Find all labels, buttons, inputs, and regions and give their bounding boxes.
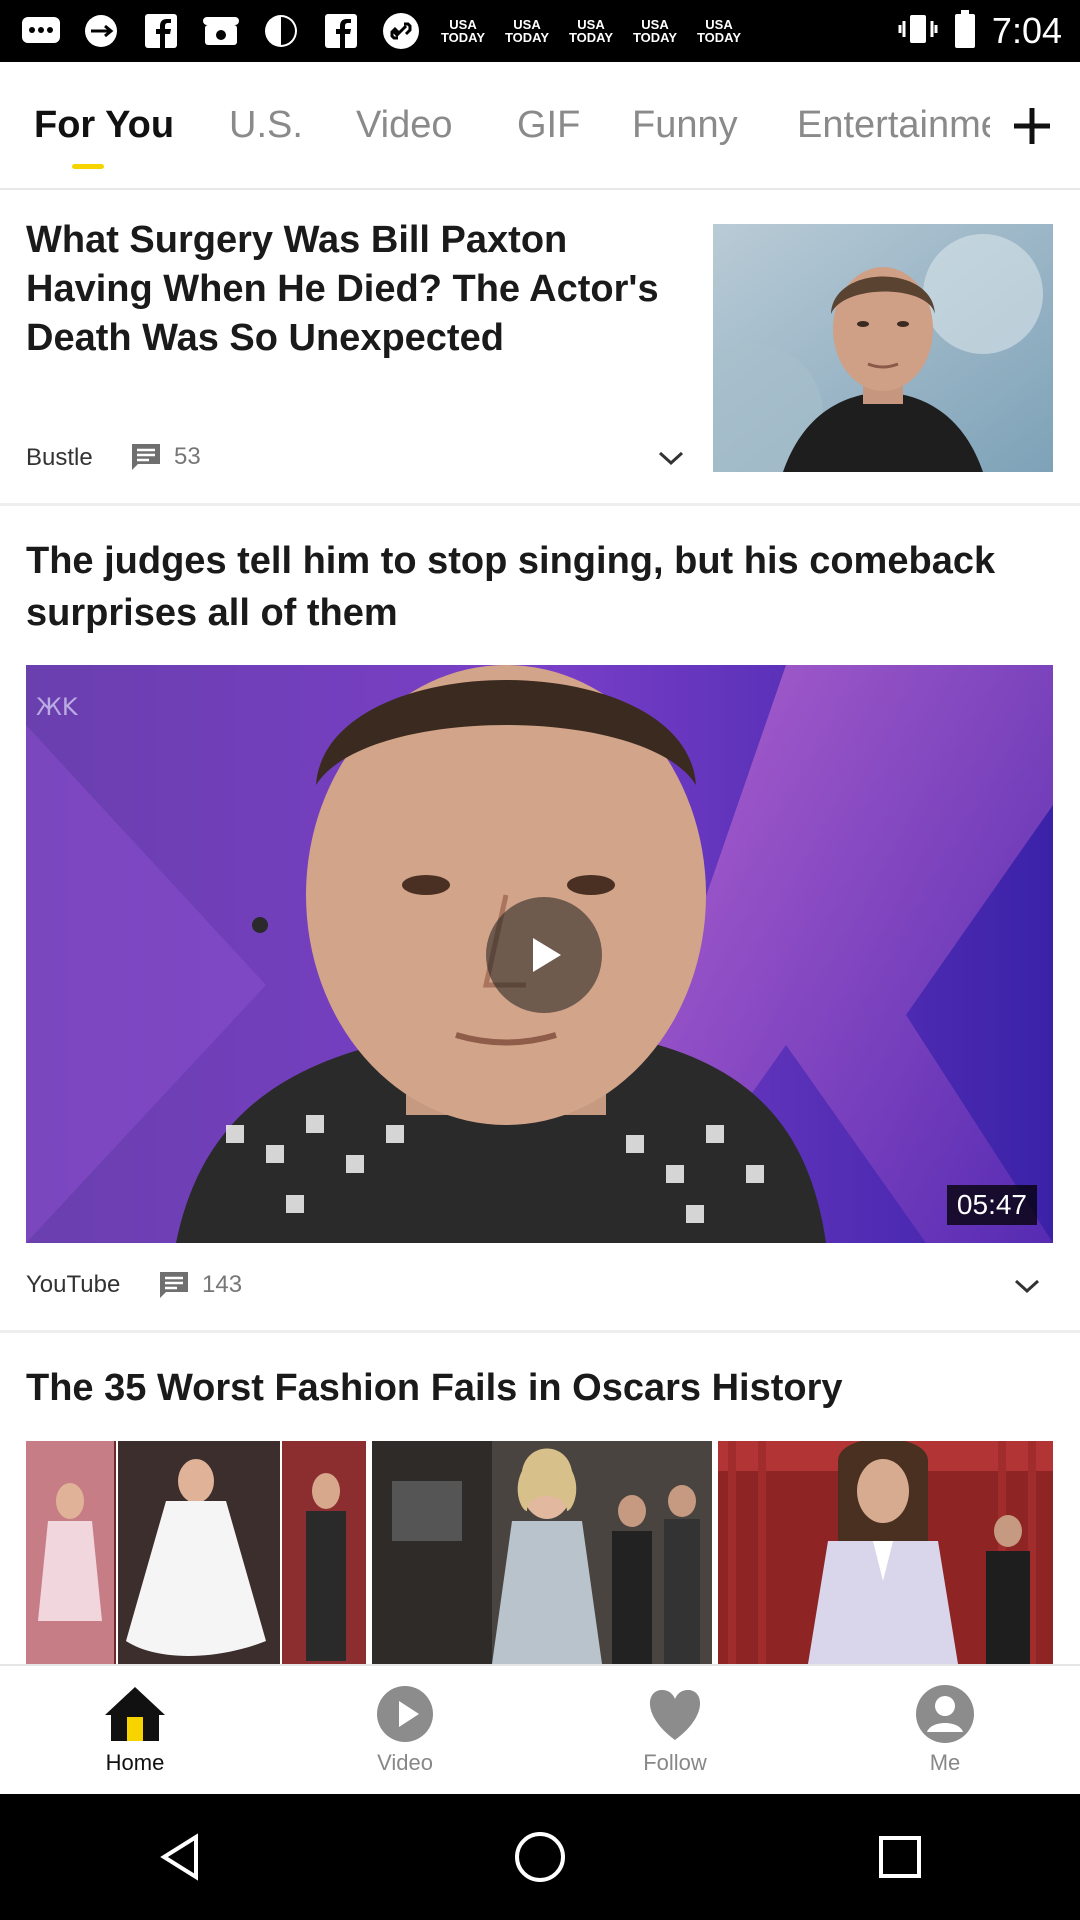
battery-icon [954, 9, 976, 53]
article-headline[interactable]: What Surgery Was Bill Paxton Having When… [26, 216, 686, 363]
clock: 7:04 [991, 10, 1062, 51]
person-icon [913, 1684, 977, 1744]
tab-funny[interactable]: Funny [632, 104, 738, 147]
link-icon [378, 13, 424, 49]
usa-today-badge: USA TODAY [632, 17, 678, 45]
heart-icon [643, 1684, 707, 1744]
tabs-scroll-track[interactable]: For You U.S. Video GIF Funny Entertainme… [0, 62, 990, 190]
comment-count-label: 143 [202, 1271, 243, 1298]
usa-today-badge: USA TODAY [696, 17, 742, 45]
gallery-image[interactable] [372, 1441, 712, 1664]
plus-icon [1014, 108, 1050, 144]
notification-icons: USA TODAY USA TODAY USA TODAY USA TODAY … [18, 13, 898, 49]
article-source[interactable]: YouTube [26, 1271, 120, 1299]
back-icon[interactable] [150, 1827, 210, 1887]
nav-label: Video [377, 1750, 433, 1775]
comment-icon [132, 444, 160, 470]
chevron-down-icon[interactable] [1012, 1276, 1042, 1296]
home-button-icon[interactable] [510, 1827, 570, 1887]
facebook-icon [318, 13, 364, 49]
recents-icon[interactable] [870, 1827, 930, 1887]
status-bar: USA TODAY USA TODAY USA TODAY USA TODAY … [0, 0, 1080, 62]
tab-video[interactable]: Video [356, 104, 453, 147]
usa-today-badge: USA TODAY [440, 17, 486, 45]
nav-home[interactable]: Home [0, 1666, 270, 1794]
nav-label: Follow [643, 1750, 707, 1775]
divider [0, 1330, 1080, 1333]
nav-video[interactable]: Video [270, 1666, 540, 1794]
play-icon [533, 938, 561, 972]
article-headline[interactable]: The 35 Worst Fashion Fails in Oscars His… [26, 1362, 1056, 1414]
bottom-navigation: Home Video Follow Me [0, 1664, 1080, 1794]
svg-text:ЖK: ЖK [36, 693, 79, 721]
video-thumbnail[interactable]: ЖK 05:47 [26, 665, 1053, 1243]
usb-icon [78, 13, 124, 49]
video-duration: 05:47 [946, 1185, 1037, 1225]
play-circle-icon [373, 1684, 437, 1744]
news-feed[interactable]: What Surgery Was Bill Paxton Having When… [0, 190, 1080, 1664]
system-navigation-bar [0, 1794, 1080, 1920]
article-thumbnail[interactable] [713, 224, 1053, 472]
category-tabs: For You U.S. Video GIF Funny Entertainme… [0, 62, 1080, 190]
comment-count-label: 53 [174, 443, 201, 470]
tab-entertainment[interactable]: Entertainment [797, 104, 990, 147]
nav-me[interactable]: Me [810, 1666, 1080, 1794]
facebook-icon [138, 13, 184, 49]
divider [0, 503, 1080, 506]
vibrate-icon [898, 11, 938, 52]
nav-label: Home [105, 1750, 165, 1775]
tab-us[interactable]: U.S. [229, 104, 303, 147]
comment-icon [160, 1272, 188, 1298]
messages-icon [18, 13, 64, 49]
usa-today-badge: USA TODAY [504, 17, 550, 45]
gallery-image[interactable] [26, 1441, 366, 1664]
tab-gif[interactable]: GIF [517, 104, 580, 147]
active-tab-indicator [72, 164, 104, 169]
tab-for-you[interactable]: For You [34, 104, 174, 147]
home-icon [103, 1684, 167, 1744]
do-not-disturb-icon [258, 13, 304, 49]
article-headline[interactable]: The judges tell him to stop singing, but… [26, 535, 1056, 639]
phone-icon [198, 13, 244, 49]
chevron-down-icon[interactable] [656, 448, 686, 468]
nav-follow[interactable]: Follow [540, 1666, 810, 1794]
usa-today-badge: USA TODAY [568, 17, 614, 45]
add-tab-button[interactable] [1008, 102, 1056, 150]
comment-count[interactable]: 143 [158, 1270, 242, 1300]
comment-count[interactable]: 53 [130, 442, 201, 472]
gallery-image[interactable] [718, 1441, 1053, 1664]
article-source[interactable]: Bustle [26, 444, 93, 472]
play-button[interactable] [486, 897, 602, 1013]
nav-label: Me [929, 1750, 961, 1775]
